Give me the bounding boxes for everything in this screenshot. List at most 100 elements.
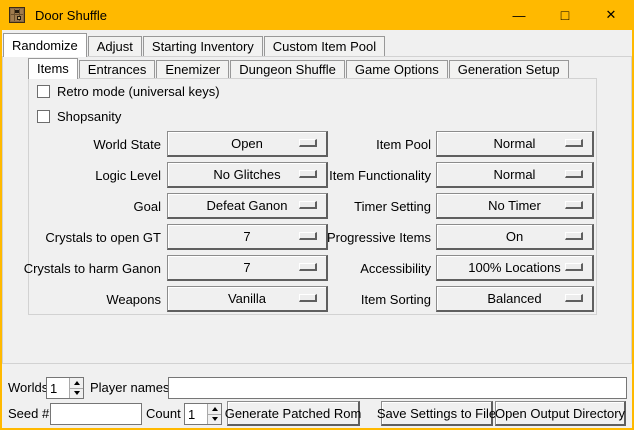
window-title: Door Shuffle	[35, 8, 107, 23]
count-spinner[interactable]	[184, 403, 222, 425]
spin-down-button[interactable]	[208, 415, 221, 425]
item-functionality-select[interactable]: Normal	[436, 162, 594, 188]
retro-mode-label: Retro mode (universal keys)	[57, 84, 220, 99]
spin-down-icon	[212, 417, 218, 421]
dropdown-indicator-icon	[565, 170, 583, 178]
goal-select[interactable]: Defeat Ganon	[167, 193, 328, 219]
tab-randomize[interactable]: Randomize	[3, 33, 87, 57]
dropdown-indicator-icon	[299, 232, 317, 240]
inner-tab-pane: Retro mode (universal keys) Shopsanity W…	[28, 78, 597, 315]
spin-up-button[interactable]	[208, 404, 221, 415]
logic-level-select[interactable]: No Glitches	[167, 162, 328, 188]
spin-up-button[interactable]	[70, 378, 83, 389]
worlds-spinner-arrows	[69, 378, 83, 398]
generate-rom-button[interactable]: Generate Patched Rom	[227, 401, 360, 426]
dropdown-indicator-icon	[299, 139, 317, 147]
shopsanity-option[interactable]: Shopsanity	[37, 109, 121, 124]
worlds-spinner[interactable]	[46, 377, 84, 399]
crystals-ganon-value: 7	[243, 260, 250, 275]
dropdown-indicator-icon	[565, 232, 583, 240]
weapons-select[interactable]: Vanilla	[167, 286, 328, 312]
item-functionality-label: Item Functionality	[328, 168, 431, 183]
item-functionality-value: Normal	[494, 167, 536, 182]
timer-setting-label: Timer Setting	[328, 199, 431, 214]
tab-adjust[interactable]: Adjust	[88, 36, 142, 56]
option-row: World State Open Item Pool Normal	[29, 131, 598, 157]
worlds-input[interactable]	[47, 378, 69, 398]
world-state-select[interactable]: Open	[167, 131, 328, 157]
option-row: Logic Level No Glitches Item Functionali…	[29, 162, 598, 188]
tab-dungeon-shuffle[interactable]: Dungeon Shuffle	[230, 60, 345, 78]
dropdown-indicator-icon	[565, 201, 583, 209]
spin-up-icon	[212, 407, 218, 411]
dropdown-indicator-icon	[565, 294, 583, 302]
count-input[interactable]	[185, 404, 207, 424]
maximize-icon: □	[561, 7, 569, 23]
tab-starting-inventory[interactable]: Starting Inventory	[143, 36, 263, 56]
option-row: Crystals to harm Ganon 7 Accessibility 1…	[29, 255, 598, 281]
app-icon	[9, 7, 25, 23]
inner-tab-bar: Items Entrances Enemizer Dungeon Shuffle…	[28, 57, 570, 78]
window-controls: — □ ✕	[496, 0, 634, 30]
dropdown-indicator-icon	[299, 201, 317, 209]
tab-game-options[interactable]: Game Options	[346, 60, 448, 78]
item-pool-value: Normal	[494, 136, 536, 151]
item-sorting-value: Balanced	[487, 291, 541, 306]
option-row: Crystals to open GT 7 Progressive Items …	[29, 224, 598, 250]
retro-mode-checkbox[interactable]	[37, 85, 50, 98]
dropdown-indicator-icon	[299, 263, 317, 271]
logic-level-label: Logic Level	[29, 168, 161, 183]
crystals-gt-label: Crystals to open GT	[29, 230, 161, 245]
shopsanity-checkbox[interactable]	[37, 110, 50, 123]
worlds-label: Worlds	[8, 377, 48, 399]
crystals-gt-select[interactable]: 7	[167, 224, 328, 250]
maximize-button[interactable]: □	[542, 0, 588, 30]
close-button[interactable]: ✕	[588, 0, 634, 30]
timer-setting-value: No Timer	[488, 198, 541, 213]
spin-down-button[interactable]	[70, 389, 83, 399]
spin-down-icon	[74, 391, 80, 395]
minimize-icon: —	[513, 8, 526, 23]
close-icon: ✕	[606, 7, 617, 23]
tab-items[interactable]: Items	[28, 58, 78, 79]
item-pool-label: Item Pool	[328, 137, 431, 152]
world-state-label: World State	[29, 137, 161, 152]
crystals-ganon-select[interactable]: 7	[167, 255, 328, 281]
retro-mode-option[interactable]: Retro mode (universal keys)	[37, 84, 220, 99]
item-sorting-select[interactable]: Balanced	[436, 286, 594, 312]
seed-input[interactable]	[50, 403, 142, 425]
logic-level-value: No Glitches	[213, 167, 280, 182]
tab-generation-setup[interactable]: Generation Setup	[449, 60, 569, 78]
progressive-items-select[interactable]: On	[436, 224, 594, 250]
world-state-value: Open	[231, 136, 263, 151]
option-row: Goal Defeat Ganon Timer Setting No Timer	[29, 193, 598, 219]
open-output-button[interactable]: Open Output Directory	[495, 401, 626, 426]
player-names-label: Player names	[90, 377, 169, 399]
tab-entrances[interactable]: Entrances	[79, 60, 156, 78]
weapons-value: Vanilla	[228, 291, 266, 306]
timer-setting-select[interactable]: No Timer	[436, 193, 594, 219]
shopsanity-label: Shopsanity	[57, 109, 121, 124]
crystals-gt-value: 7	[243, 229, 250, 244]
tab-enemizer[interactable]: Enemizer	[156, 60, 229, 78]
count-spinner-arrows	[207, 404, 221, 424]
dropdown-indicator-icon	[299, 170, 317, 178]
count-label: Count	[146, 403, 181, 425]
outer-tab-bar: Randomize Adjust Starting Inventory Cust…	[3, 32, 386, 56]
item-pool-select[interactable]: Normal	[436, 131, 594, 157]
player-names-input[interactable]	[168, 377, 627, 399]
goal-value: Defeat Ganon	[207, 198, 288, 213]
seed-label: Seed #	[8, 403, 49, 425]
dropdown-indicator-icon	[299, 294, 317, 302]
tab-custom-item-pool[interactable]: Custom Item Pool	[264, 36, 385, 56]
option-row: Weapons Vanilla Item Sorting Balanced	[29, 286, 598, 312]
item-sorting-label: Item Sorting	[328, 292, 431, 307]
accessibility-label: Accessibility	[328, 261, 431, 276]
window: Door Shuffle — □ ✕ Randomize Adjust Star…	[0, 0, 634, 430]
goal-label: Goal	[29, 199, 161, 214]
save-settings-button[interactable]: Save Settings to File	[381, 401, 493, 426]
weapons-label: Weapons	[29, 292, 161, 307]
accessibility-select[interactable]: 100% Locations	[436, 255, 594, 281]
minimize-button[interactable]: —	[496, 0, 542, 30]
progressive-items-value: On	[506, 229, 523, 244]
